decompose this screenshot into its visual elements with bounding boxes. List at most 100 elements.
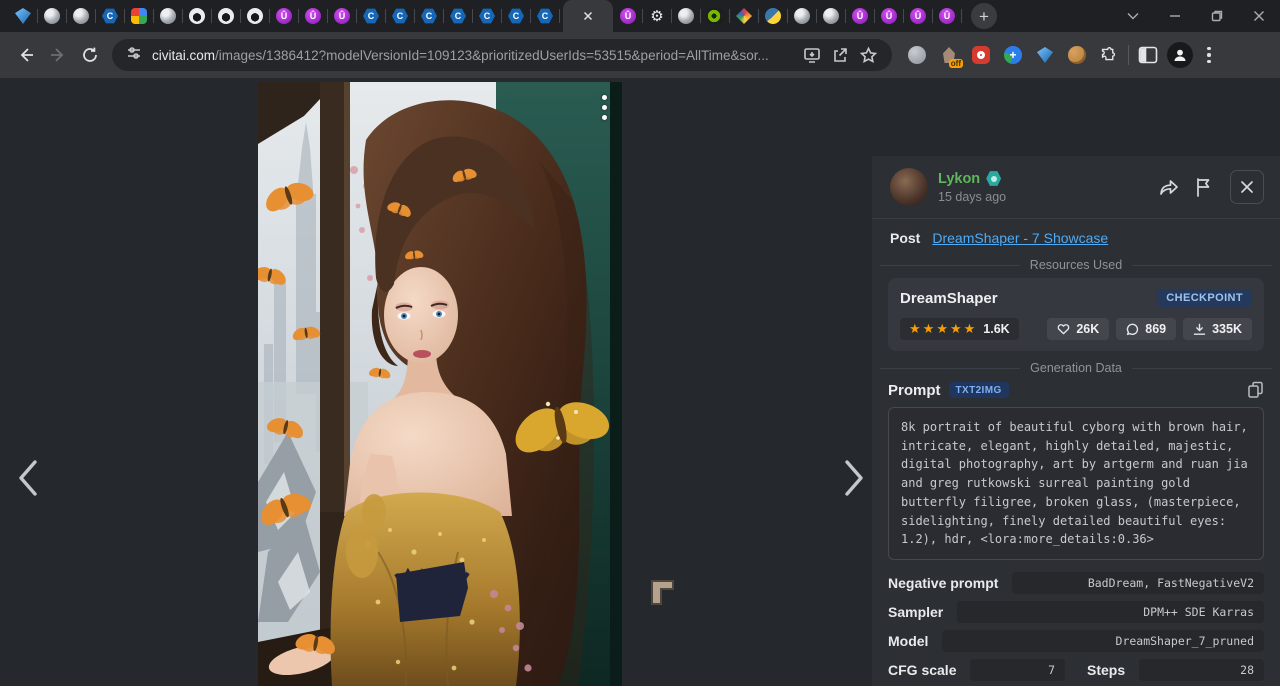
cfg-row: CFG scale 7: [888, 659, 1065, 681]
tab-separator: [153, 9, 154, 23]
new-tab-button[interactable]: +: [971, 3, 997, 29]
site-settings-icon[interactable]: [126, 45, 142, 66]
profile-avatar[interactable]: [1167, 42, 1193, 68]
settings-gear-favicon: ⚙: [649, 8, 665, 24]
close-window-icon[interactable]: [1238, 0, 1280, 32]
rating-count: 1.6K: [983, 322, 1009, 336]
tab-separator: [961, 9, 962, 23]
pinned-tab-civitai-hex[interactable]: C: [445, 3, 471, 29]
pinned-tab-settings-gear[interactable]: ⚙: [644, 3, 670, 29]
pinned-tab-prism[interactable]: [731, 3, 757, 29]
rating-pill[interactable]: ★★★★★ 1.6K: [900, 318, 1019, 340]
back-button[interactable]: [10, 39, 42, 71]
civitai-hex-favicon: C: [450, 8, 466, 24]
tab-separator: [298, 9, 299, 23]
tab-close-icon[interactable]: [582, 10, 594, 22]
pinned-tab-ultralytics[interactable]: Û: [876, 3, 902, 29]
pinned-tab-ultralytics[interactable]: Û: [934, 3, 960, 29]
extension-civitai-gem-icon[interactable]: [1034, 44, 1056, 66]
negative-prompt-value[interactable]: BadDream, FastNegativeV2: [1012, 572, 1264, 594]
restore-icon[interactable]: [1196, 0, 1238, 32]
tab-search-icon[interactable]: [1112, 0, 1154, 32]
pinned-tab-civitai-hex[interactable]: C: [97, 3, 123, 29]
pinned-tab-github[interactable]: [184, 3, 210, 29]
sampler-value[interactable]: DPM++ SDE Karras: [957, 601, 1264, 623]
extension-globe-icon[interactable]: [906, 44, 928, 66]
next-image-button[interactable]: [832, 450, 876, 506]
pinned-tab-ultralytics[interactable]: Û: [615, 3, 641, 29]
pinned-tab-python[interactable]: [760, 3, 786, 29]
pinned-tab-civitai-hex[interactable]: C: [387, 3, 413, 29]
address-bar[interactable]: civitai.com/images/1386412?modelVersionI…: [112, 39, 892, 71]
pinned-tab-civitai-gem[interactable]: [10, 3, 36, 29]
pinned-tab-apps-grid[interactable]: [126, 3, 152, 29]
pinned-tab-civitai-hex[interactable]: C: [358, 3, 384, 29]
share-icon[interactable]: [1158, 177, 1180, 197]
tab-separator: [356, 9, 357, 23]
post-link[interactable]: DreamShaper - 7 Showcase: [932, 230, 1108, 246]
extension-cookie-icon[interactable]: [1066, 44, 1088, 66]
prompt-text[interactable]: 8k portrait of beautiful cyborg with bro…: [888, 407, 1264, 560]
bookmark-star-icon[interactable]: [859, 46, 878, 65]
pinned-tab-swirl[interactable]: [68, 3, 94, 29]
ultralytics-favicon: Û: [334, 8, 350, 24]
tab-separator: [385, 9, 386, 23]
user-avatar[interactable]: [890, 168, 928, 206]
cfg-value[interactable]: 7: [970, 659, 1065, 681]
extension-adblock-off-icon[interactable]: off: [938, 44, 960, 66]
resource-card[interactable]: DreamShaper CHECKPOINT ★★★★★ 1.6K 26K: [888, 278, 1264, 351]
share-page-icon[interactable]: [831, 46, 849, 64]
extension-red-o-icon[interactable]: [970, 44, 992, 66]
pinned-tab-github[interactable]: [213, 3, 239, 29]
tab-separator: [443, 9, 444, 23]
pinned-tab-civitai-hex[interactable]: C: [532, 3, 558, 29]
pinned-tab-swirl[interactable]: [818, 3, 844, 29]
comments-pill[interactable]: 869: [1116, 318, 1176, 340]
pinned-tab-nvidia[interactable]: [702, 3, 728, 29]
pinned-tab-civitai-hex[interactable]: C: [416, 3, 442, 29]
resource-name[interactable]: DreamShaper: [900, 290, 998, 307]
pinned-tab-civitai-hex[interactable]: C: [503, 3, 529, 29]
pinned-tab-ultralytics[interactable]: Û: [300, 3, 326, 29]
pinned-tab-github[interactable]: [242, 3, 268, 29]
pinned-tab-ultralytics[interactable]: Û: [905, 3, 931, 29]
downloads-pill[interactable]: 335K: [1183, 318, 1252, 340]
steps-value[interactable]: 28: [1139, 659, 1264, 681]
ultralytics-favicon: Û: [276, 8, 292, 24]
user-info: Lykon 15 days ago: [938, 171, 1158, 204]
reload-button[interactable]: [74, 39, 106, 71]
minimize-icon[interactable]: [1154, 0, 1196, 32]
generated-image[interactable]: [258, 82, 622, 686]
star-icon: ★: [909, 323, 921, 336]
model-value[interactable]: DreamShaper_7_pruned: [942, 630, 1264, 652]
username[interactable]: Lykon: [938, 171, 1158, 187]
pinned-tab-swirl[interactable]: [789, 3, 815, 29]
previous-image-button[interactable]: [6, 450, 50, 506]
tab-separator: [559, 9, 560, 23]
pinned-tab-swirl[interactable]: [39, 3, 65, 29]
pinned-tab-ultralytics[interactable]: Û: [271, 3, 297, 29]
pinned-tab-ultralytics[interactable]: Û: [847, 3, 873, 29]
pinned-tab-swirl[interactable]: [673, 3, 699, 29]
extensions-puzzle-icon[interactable]: [1098, 44, 1120, 66]
download-icon: [1193, 323, 1206, 336]
copy-prompt-icon[interactable]: [1247, 381, 1264, 399]
image-options-button[interactable]: [592, 92, 616, 122]
civitai-gem-favicon: [15, 8, 31, 24]
star-icon: ★: [964, 323, 976, 336]
forward-button[interactable]: [42, 39, 74, 71]
active-tab[interactable]: [563, 0, 613, 32]
likes-pill[interactable]: 26K: [1047, 318, 1109, 340]
pinned-tab-ultralytics[interactable]: Û: [329, 3, 355, 29]
browser-menu-kebab[interactable]: [1199, 42, 1219, 68]
flag-icon[interactable]: [1194, 177, 1212, 197]
resources-used-divider: Resources Used: [872, 258, 1280, 272]
install-app-icon[interactable]: [803, 46, 821, 64]
pinned-tab-swirl[interactable]: [155, 3, 181, 29]
pinned-tab-civitai-hex[interactable]: C: [474, 3, 500, 29]
extension-translate-icon[interactable]: +: [1002, 44, 1024, 66]
cfg-label: CFG scale: [888, 662, 956, 678]
close-lightbox-button[interactable]: [1230, 170, 1264, 204]
side-panel-icon[interactable]: [1137, 44, 1159, 66]
prism-favicon: [736, 8, 752, 24]
